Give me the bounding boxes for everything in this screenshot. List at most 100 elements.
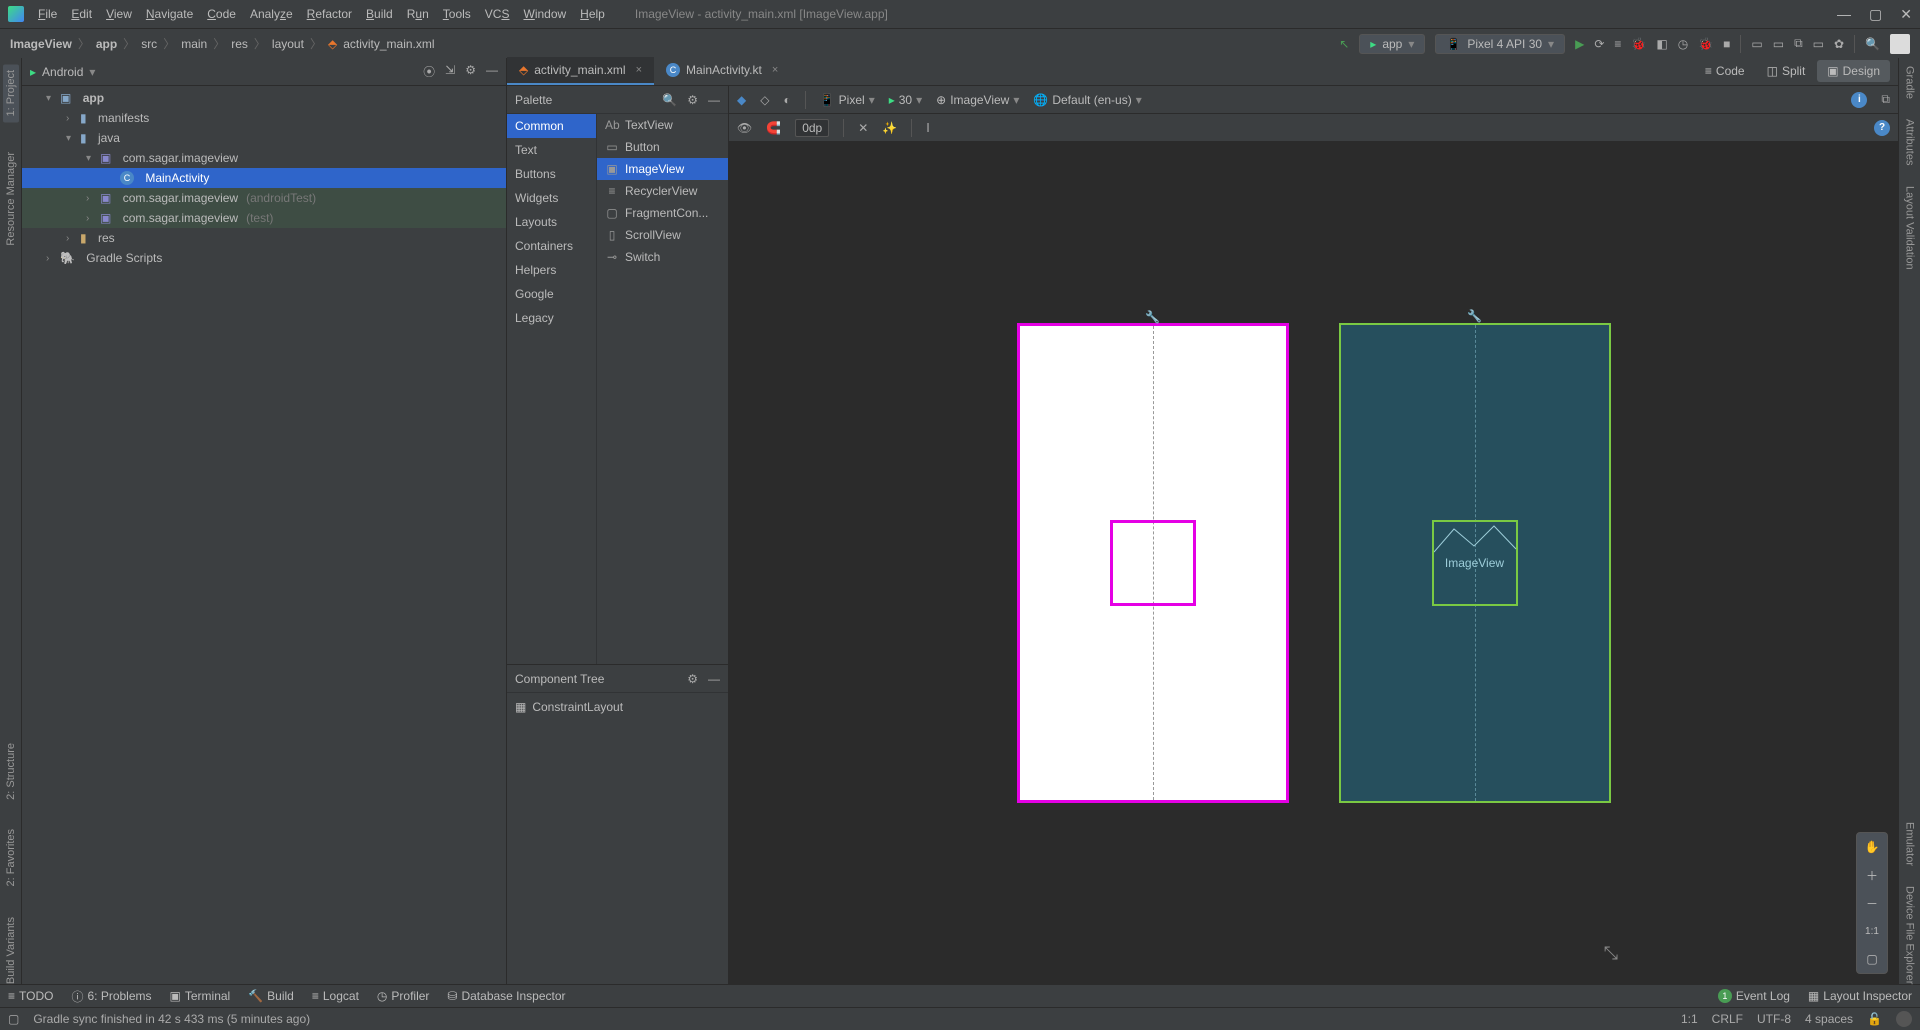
palette-item-imageview[interactable]: ▣ImageView: [597, 158, 728, 180]
canvas-viewport[interactable]: 🔧 🔧 ImageView ⤡: [729, 142, 1898, 984]
debug-icon[interactable]: 🐞: [1631, 37, 1646, 51]
strip-structure[interactable]: 2: Structure: [5, 743, 17, 800]
project-tree[interactable]: ▾▣ app ›▮ manifests ▾▮ java ▾▣ com.sagar…: [22, 86, 506, 984]
tree-node-app[interactable]: ▾▣ app: [22, 88, 506, 108]
default-margin-input[interactable]: 0dp: [795, 119, 829, 137]
gear-icon[interactable]: ⚙: [465, 63, 476, 80]
bottom-db-inspector[interactable]: ⛁ Database Inspector: [447, 989, 565, 1003]
strip-attributes[interactable]: Attributes: [1904, 119, 1916, 165]
menu-analyze[interactable]: Analyze: [250, 7, 293, 21]
palette-cat-google[interactable]: Google: [507, 282, 596, 306]
pan-icon[interactable]: ✋: [1857, 833, 1887, 861]
coverage-icon[interactable]: ◧: [1656, 37, 1667, 51]
design-surface-icon[interactable]: ◆: [737, 93, 746, 107]
menu-build[interactable]: Build: [366, 7, 393, 21]
tree-node-pkg-androidtest[interactable]: ›▣ com.sagar.imageview(androidTest): [22, 188, 506, 208]
night-mode-icon[interactable]: ◐: [783, 93, 790, 107]
bottom-layout-inspector[interactable]: ▦ Layout Inspector: [1808, 989, 1912, 1003]
strip-gradle[interactable]: Gradle: [1904, 66, 1916, 99]
infer-constraints-icon[interactable]: ✨: [882, 121, 897, 135]
tree-node-mainactivity[interactable]: C MainActivity: [22, 168, 506, 188]
palette-cat-widgets[interactable]: Widgets: [507, 186, 596, 210]
attach-debugger-icon[interactable]: 🐞: [1698, 37, 1713, 51]
tree-node-gradle[interactable]: ›🐘 Gradle Scripts: [22, 248, 506, 268]
menu-run[interactable]: Run: [407, 7, 429, 21]
zoom-reset-icon[interactable]: ▢: [1857, 945, 1887, 973]
tree-node-pkg-main[interactable]: ▾▣ com.sagar.imageview: [22, 148, 506, 168]
profiler-icon[interactable]: ◷: [1678, 37, 1688, 51]
imageview-blueprint-selection[interactable]: ImageView: [1432, 520, 1518, 606]
gear-icon[interactable]: ⚙: [687, 93, 698, 107]
read-only-icon[interactable]: 🔓: [1867, 1012, 1882, 1026]
locate-icon[interactable]: ⦿: [423, 63, 435, 80]
palette-cat-containers[interactable]: Containers: [507, 234, 596, 258]
menu-tools[interactable]: Tools: [443, 7, 471, 21]
info-icon[interactable]: i: [1851, 92, 1867, 108]
warnings-icon[interactable]: ?: [1874, 120, 1890, 136]
hide-icon[interactable]: —: [486, 63, 498, 80]
gear-icon[interactable]: ⚙: [687, 672, 698, 686]
view-mode-code[interactable]: ≡Code: [1695, 60, 1755, 82]
locale-combo[interactable]: 🌐 Default (en-us) ▾: [1033, 93, 1141, 107]
crumb-project[interactable]: ImageView: [10, 37, 72, 51]
imageview-selection[interactable]: [1110, 520, 1196, 606]
bottom-logcat[interactable]: ≡ Logcat: [312, 989, 359, 1003]
palette-cat-layouts[interactable]: Layouts: [507, 210, 596, 234]
strip-emulator[interactable]: Emulator: [1904, 822, 1916, 866]
bottom-todo[interactable]: ≡ TODO: [8, 989, 53, 1003]
menu-refactor[interactable]: Refactor: [307, 7, 352, 21]
menu-window[interactable]: Window: [523, 7, 566, 21]
strip-resource-manager[interactable]: Resource Manager: [5, 152, 17, 246]
palette-item-button[interactable]: ▭Button: [597, 136, 728, 158]
resize-handle-icon[interactable]: ⤡: [1604, 943, 1618, 964]
close-button[interactable]: ✕: [1900, 6, 1912, 23]
theme-combo[interactable]: ⊕ ImageView ▾: [936, 93, 1019, 107]
close-tab-icon[interactable]: ×: [772, 64, 778, 76]
menu-file[interactable]: File: [38, 7, 57, 21]
bottom-event-log[interactable]: 1 Event Log: [1718, 989, 1790, 1003]
guidelines-icon[interactable]: Ⅰ: [926, 121, 930, 135]
zoom-out-icon[interactable]: －: [1857, 889, 1887, 917]
bottom-profiler[interactable]: ◷ Profiler: [377, 989, 430, 1003]
project-view-selector[interactable]: Android: [42, 65, 83, 79]
stop-icon[interactable]: ■: [1723, 37, 1730, 51]
layout-validation-icon[interactable]: ⧉: [1881, 92, 1890, 107]
palette-item-fragment[interactable]: ▢FragmentCon...: [597, 202, 728, 224]
hide-icon[interactable]: —: [708, 672, 720, 686]
menu-navigate[interactable]: Navigate: [146, 7, 193, 21]
menu-vcs[interactable]: VCS: [485, 7, 510, 21]
crumb-src[interactable]: src: [141, 37, 157, 51]
strip-device-file-explorer[interactable]: Device File Explorer: [1904, 886, 1916, 984]
bottom-terminal[interactable]: ▣ Terminal: [170, 989, 231, 1003]
tree-node-pkg-test[interactable]: ›▣ com.sagar.imageview(test): [22, 208, 506, 228]
tools-icon[interactable]: 🔧: [1145, 310, 1160, 324]
tab-activity-main-xml[interactable]: ⬘ activity_main.xml ×: [507, 57, 654, 85]
view-mode-design[interactable]: ▣Design: [1817, 60, 1890, 82]
hide-icon[interactable]: —: [708, 93, 720, 107]
status-encoding[interactable]: UTF-8: [1757, 1012, 1791, 1026]
component-tree-root[interactable]: ▦ ConstraintLayout: [515, 697, 720, 717]
strip-project[interactable]: 1: Project: [3, 64, 19, 122]
collapse-icon[interactable]: ⇲: [445, 63, 455, 80]
zoom-fit-icon[interactable]: 1:1: [1857, 917, 1887, 945]
bottom-problems[interactable]: ⓘ 6: Problems: [71, 988, 151, 1005]
device-combo[interactable]: 📱 Pixel ▾: [820, 93, 875, 107]
design-preview-frame[interactable]: 🔧: [1017, 323, 1289, 803]
inspection-face-icon[interactable]: [1896, 1011, 1912, 1027]
magnet-icon[interactable]: 🧲: [766, 121, 781, 135]
search-icon[interactable]: 🔍: [1865, 37, 1880, 51]
account-avatar[interactable]: [1890, 34, 1910, 54]
resource-manager-icon[interactable]: ⧉: [1794, 36, 1803, 51]
run-button-icon[interactable]: ▶: [1575, 37, 1584, 51]
menu-help[interactable]: Help: [580, 7, 605, 21]
palette-cat-text[interactable]: Text: [507, 138, 596, 162]
palette-cat-buttons[interactable]: Buttons: [507, 162, 596, 186]
tree-node-res[interactable]: ›▮ res: [22, 228, 506, 248]
menu-edit[interactable]: Edit: [71, 7, 92, 21]
tree-node-manifests[interactable]: ›▮ manifests: [22, 108, 506, 128]
layout-inspector-icon[interactable]: ▭: [1813, 37, 1824, 51]
strip-build-variants[interactable]: Build Variants: [5, 917, 17, 984]
close-tab-icon[interactable]: ×: [636, 64, 642, 76]
crumb-app[interactable]: app: [96, 37, 117, 51]
palette-cat-common[interactable]: Common: [507, 114, 596, 138]
